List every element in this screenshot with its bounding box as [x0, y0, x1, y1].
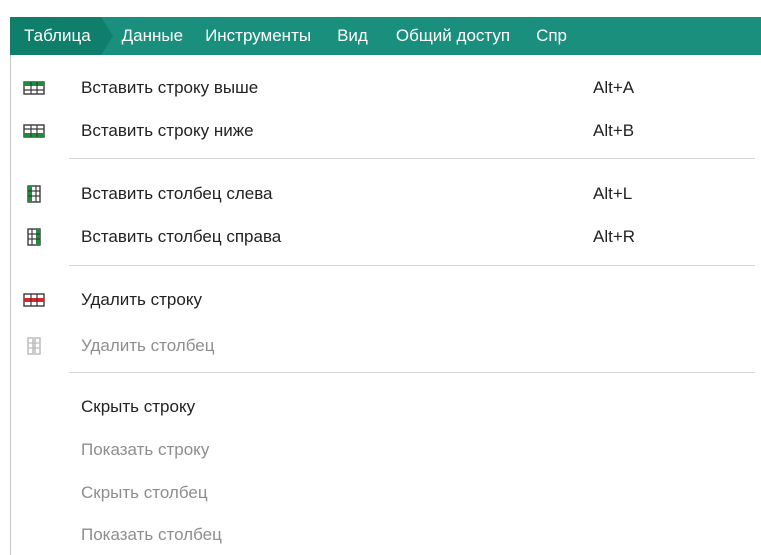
menu-table[interactable]: Таблица [10, 17, 101, 55]
insert-column-right-shortcut: Alt+R [593, 227, 636, 246]
insert-row-below-label: Вставить строку ниже [81, 121, 254, 140]
menu-table-label: Таблица [24, 26, 91, 45]
insert-column-left-item[interactable]: Вставить столбец слева Alt+L [11, 176, 761, 212]
menu-data-label: Данные [121, 26, 184, 45]
insert-row-below-item[interactable]: Вставить строку ниже Alt+B [11, 113, 761, 149]
delete-column-label: Удалить столбец [81, 336, 215, 355]
show-row-label: Показать строку [81, 440, 210, 459]
insert-row-above-label: Вставить строку выше [81, 78, 259, 97]
menu-view[interactable]: Вид [325, 17, 382, 55]
menu-bar: Таблица Данные Инструменты Вид Общий дос… [10, 17, 761, 55]
delete-row-icon [23, 293, 45, 307]
show-column-item[interactable]: Показать столбец [11, 517, 761, 553]
insert-column-right-item[interactable]: Вставить столбец справа Alt+R [11, 219, 761, 255]
delete-row-item[interactable]: Удалить строку [11, 282, 761, 318]
table-dropdown-menu: Вставить строку выше Alt+A Вставить стро… [10, 55, 761, 555]
hide-row-item[interactable]: Скрыть строку [11, 389, 761, 425]
menu-active-arrow [100, 17, 113, 55]
menu-help-label: Спр [536, 26, 568, 45]
menu-tools-label: Инструменты [205, 26, 312, 45]
menu-separator [69, 158, 755, 159]
menu-sharing-label: Общий доступ [395, 26, 511, 45]
hide-row-label: Скрыть строку [81, 397, 196, 416]
menu-separator [69, 372, 755, 373]
insert-column-right-icon [27, 228, 41, 246]
delete-row-label: Удалить строку [81, 290, 202, 309]
menu-help[interactable]: Спр [524, 17, 567, 55]
insert-row-above-item[interactable]: Вставить строку выше Alt+A [11, 70, 761, 106]
delete-column-icon [27, 337, 41, 355]
hide-column-label: Скрыть столбец [81, 483, 208, 502]
show-row-item[interactable]: Показать строку [11, 432, 761, 468]
insert-row-above-icon [23, 81, 45, 95]
menu-tools[interactable]: Инструменты [195, 17, 325, 55]
hide-column-item[interactable]: Скрыть столбец [11, 475, 761, 511]
insert-column-right-label: Вставить столбец справа [81, 227, 282, 246]
insert-column-left-icon [27, 185, 41, 203]
menu-sharing[interactable]: Общий доступ [382, 17, 524, 55]
show-column-label: Показать столбец [81, 525, 222, 544]
insert-column-left-label: Вставить столбец слева [81, 184, 273, 203]
menu-view-label: Вид [337, 26, 368, 45]
insert-row-below-shortcut: Alt+B [593, 121, 635, 140]
menu-data[interactable]: Данные [113, 17, 195, 55]
delete-column-item[interactable]: Удалить столбец [11, 328, 761, 364]
insert-column-left-shortcut: Alt+L [593, 184, 633, 203]
menu-separator [69, 265, 755, 266]
insert-row-below-icon [23, 124, 45, 138]
insert-row-above-shortcut: Alt+A [593, 78, 635, 97]
